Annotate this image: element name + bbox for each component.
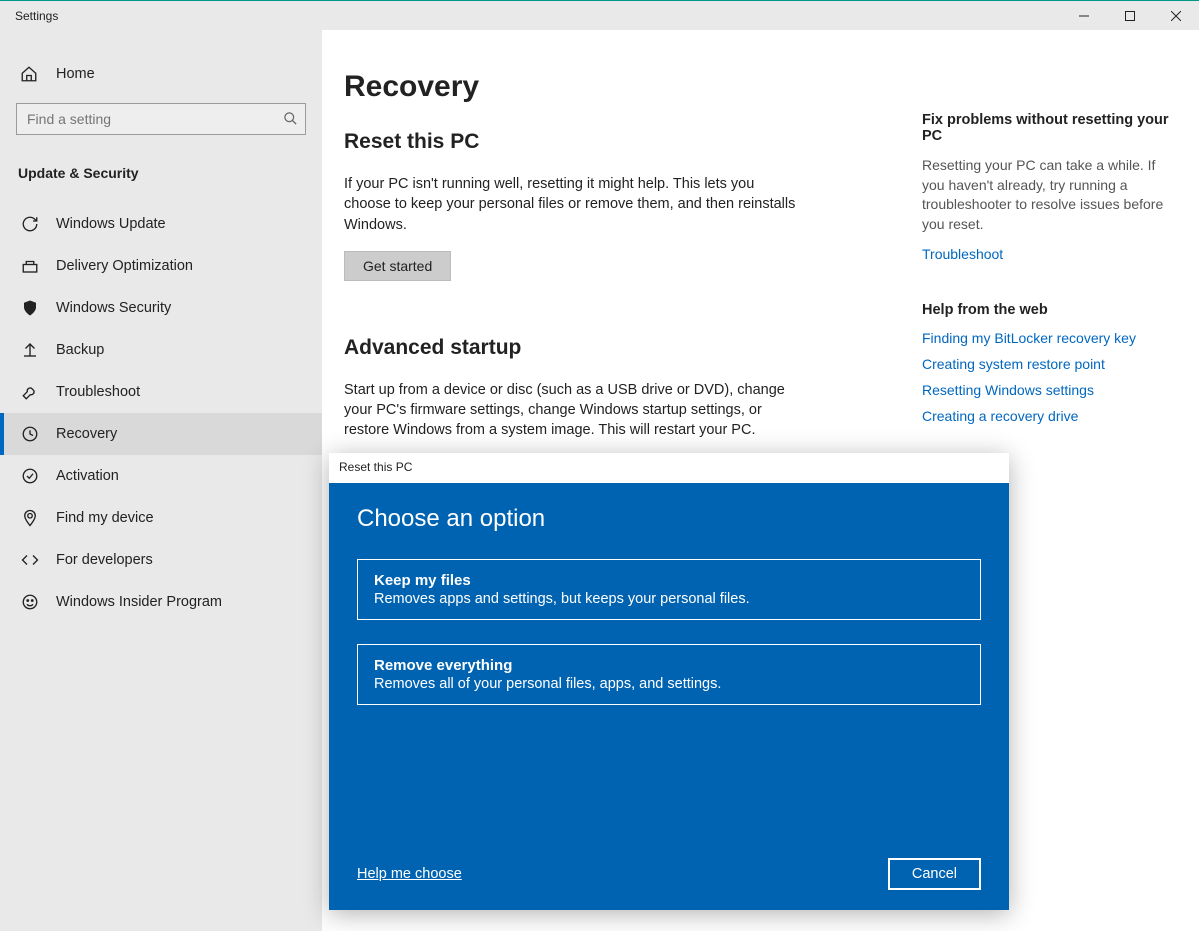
dialog-heading: Choose an option: [357, 505, 981, 533]
help-me-choose-link[interactable]: Help me choose: [357, 866, 462, 882]
sidebar-item-insider-program[interactable]: Windows Insider Program: [0, 581, 322, 623]
option-remove-everything[interactable]: Remove everything Removes all of your pe…: [357, 644, 981, 705]
close-button[interactable]: [1153, 1, 1199, 31]
cancel-button[interactable]: Cancel: [888, 858, 981, 890]
maximize-button[interactable]: [1107, 1, 1153, 31]
sidebar-item-activation[interactable]: Activation: [0, 455, 322, 497]
wrench-icon: [20, 383, 40, 401]
sidebar-item-troubleshoot[interactable]: Troubleshoot: [0, 371, 322, 413]
fix-heading: Fix problems without resetting your PC: [922, 112, 1169, 144]
sync-icon: [20, 215, 40, 233]
page-title: Recovery: [344, 70, 914, 104]
insider-icon: [20, 593, 40, 611]
backup-icon: [20, 341, 40, 359]
sidebar-item-windows-security[interactable]: Windows Security: [0, 287, 322, 329]
location-icon: [20, 509, 40, 527]
shield-icon: [20, 299, 40, 317]
sidebar-item-label: Activation: [56, 468, 119, 484]
sidebar-home[interactable]: Home: [0, 55, 322, 103]
sidebar-item-for-developers[interactable]: For developers: [0, 539, 322, 581]
search-icon: [283, 111, 298, 126]
option-keep-my-files[interactable]: Keep my files Removes apps and settings,…: [357, 559, 981, 620]
option-title: Keep my files: [374, 572, 964, 589]
reset-text: If your PC isn't running well, resetting…: [344, 174, 804, 235]
option-desc: Removes all of your personal files, apps…: [374, 676, 964, 692]
sidebar-item-label: Recovery: [56, 426, 117, 442]
troubleshoot-link[interactable]: Troubleshoot: [922, 246, 1169, 262]
sidebar-item-label: Backup: [56, 342, 104, 358]
sidebar-item-label: Find my device: [56, 510, 154, 526]
sidebar-item-label: Windows Insider Program: [56, 594, 222, 610]
option-desc: Removes apps and settings, but keeps you…: [374, 591, 964, 607]
sidebar-item-find-my-device[interactable]: Find my device: [0, 497, 322, 539]
sidebar: Home Update & Security Windows Update De…: [0, 30, 322, 931]
sidebar-item-recovery[interactable]: Recovery: [0, 413, 322, 455]
minimize-button[interactable]: [1061, 1, 1107, 31]
reset-pc-dialog: Reset this PC Choose an option Keep my f…: [329, 453, 1009, 910]
option-title: Remove everything: [374, 657, 964, 674]
advanced-text: Start up from a device or disc (such as …: [344, 380, 804, 441]
fix-text: Resetting your PC can take a while. If y…: [922, 156, 1169, 234]
reset-pc-section: Reset this PC If your PC isn't running w…: [344, 130, 914, 281]
help-link-reset-settings[interactable]: Resetting Windows settings: [922, 382, 1169, 398]
sidebar-item-label: Windows Security: [56, 300, 171, 316]
search-input[interactable]: [16, 103, 306, 135]
help-link-recovery-drive[interactable]: Creating a recovery drive: [922, 408, 1169, 424]
advanced-heading: Advanced startup: [344, 336, 914, 360]
window-titlebar: Settings: [0, 0, 1199, 30]
optimization-icon: [20, 257, 40, 275]
recovery-icon: [20, 425, 40, 443]
window-title: Settings: [15, 9, 58, 23]
sidebar-item-label: Delivery Optimization: [56, 258, 193, 274]
reset-heading: Reset this PC: [344, 130, 914, 154]
help-web-heading: Help from the web: [922, 302, 1169, 318]
sidebar-item-label: Windows Update: [56, 216, 166, 232]
sidebar-item-backup[interactable]: Backup: [0, 329, 322, 371]
sidebar-item-label: For developers: [56, 552, 153, 568]
help-link-bitlocker[interactable]: Finding my BitLocker recovery key: [922, 330, 1169, 346]
sidebar-section-label: Update & Security: [0, 155, 322, 203]
sidebar-item-delivery-optimization[interactable]: Delivery Optimization: [0, 245, 322, 287]
dialog-title: Reset this PC: [329, 453, 1009, 483]
developer-icon: [20, 551, 40, 569]
sidebar-item-label: Troubleshoot: [56, 384, 140, 400]
help-link-restore-point[interactable]: Creating system restore point: [922, 356, 1169, 372]
sidebar-item-windows-update[interactable]: Windows Update: [0, 203, 322, 245]
check-circle-icon: [20, 467, 40, 485]
home-icon: [20, 65, 40, 83]
get-started-button[interactable]: Get started: [344, 251, 451, 281]
sidebar-home-label: Home: [56, 66, 95, 82]
